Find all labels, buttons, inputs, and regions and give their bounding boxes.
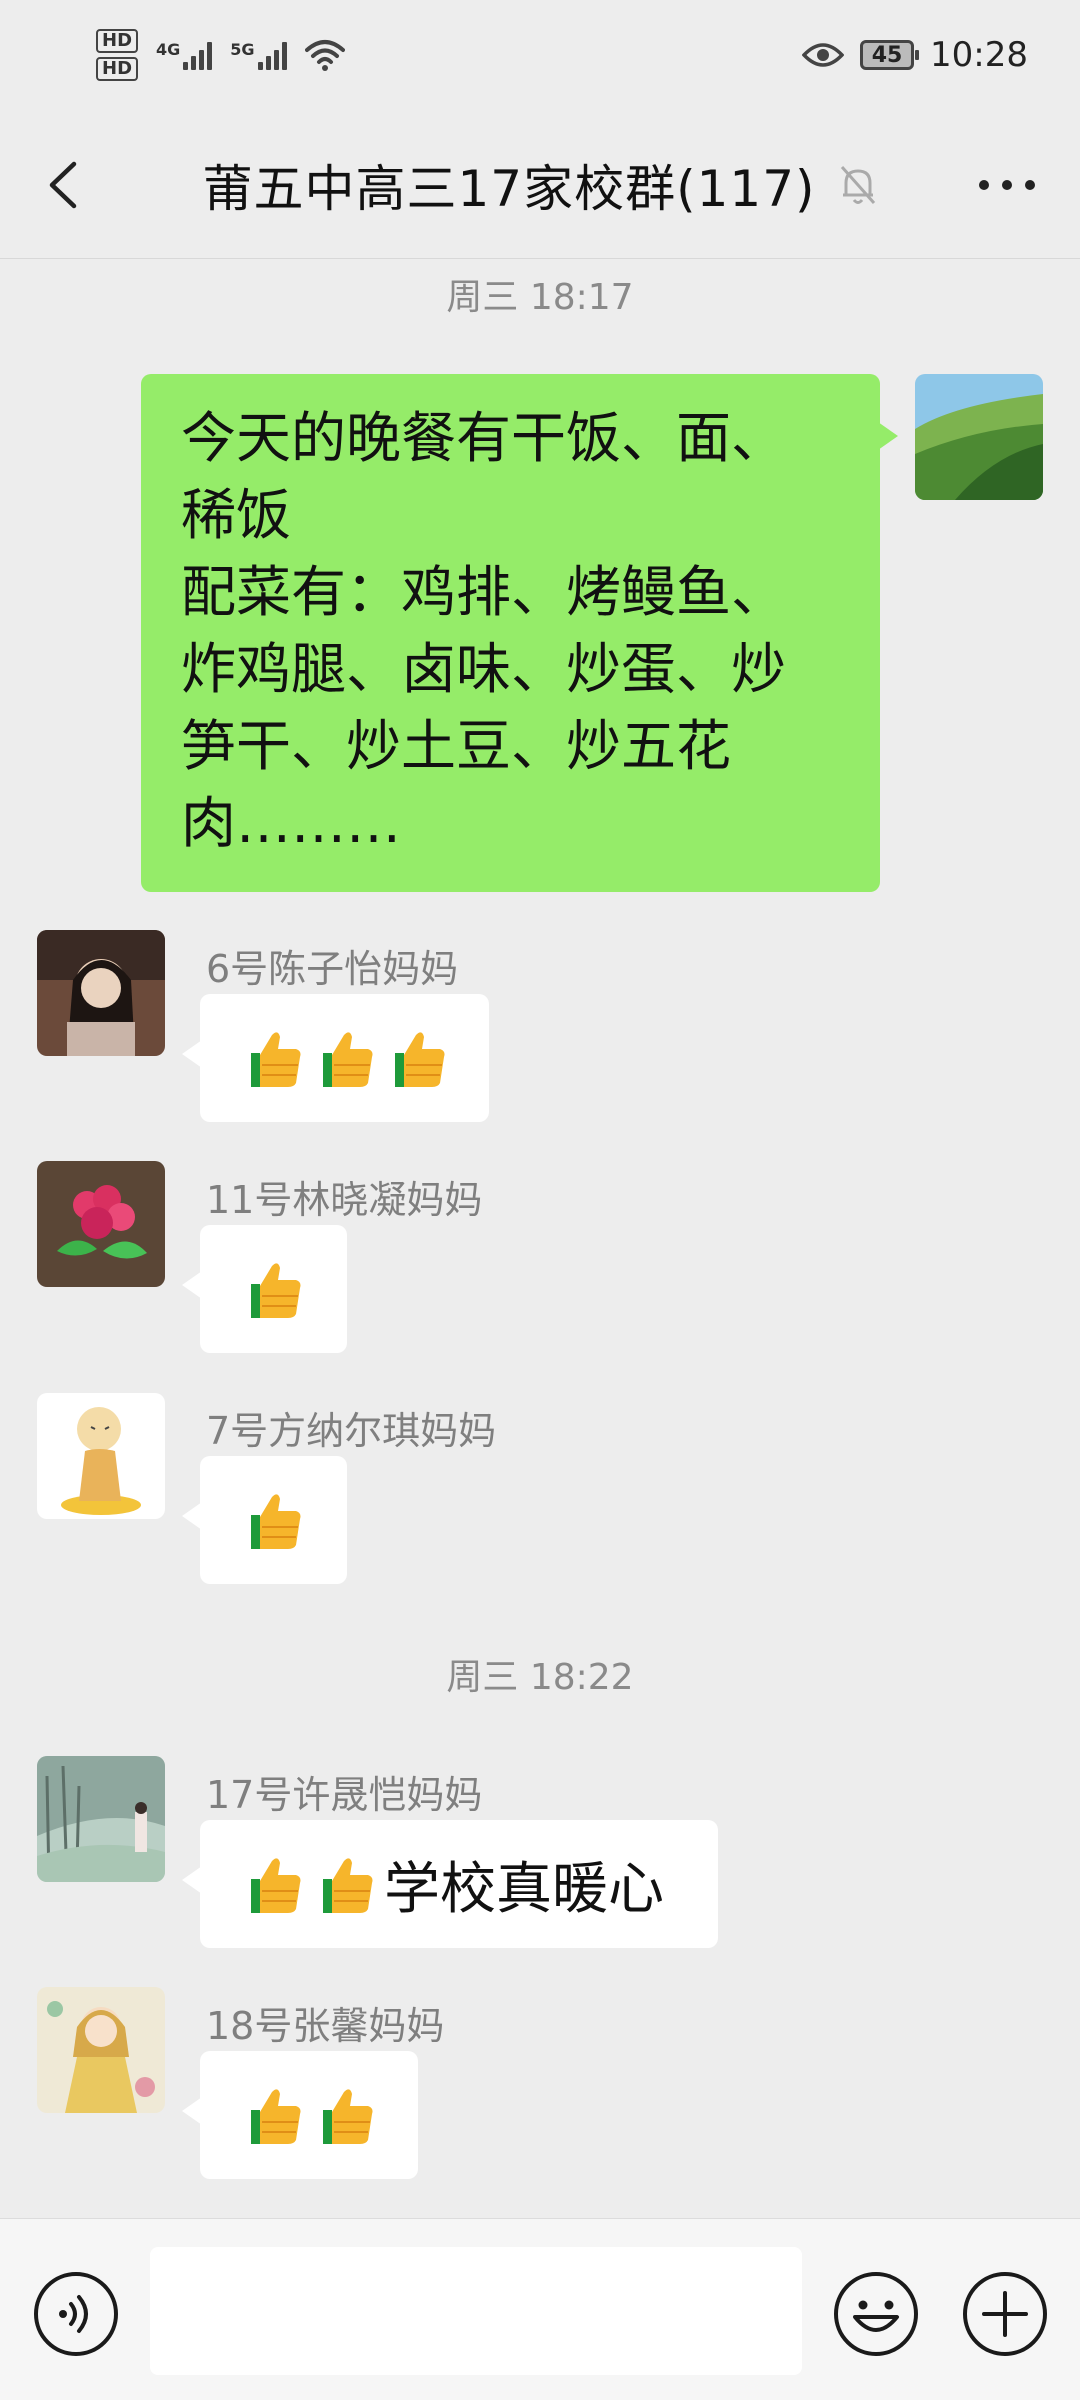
sender-name: 6号陈子怡妈妈 bbox=[206, 947, 459, 991]
thumbs-up-emoji-icon bbox=[388, 1032, 445, 1087]
input-bar bbox=[0, 2218, 1080, 2400]
avatar-7-fang[interactable] bbox=[37, 1393, 165, 1519]
thumbs-up-emoji-icon bbox=[316, 1032, 373, 1087]
hd-badge-1: HD bbox=[96, 29, 139, 53]
sender-name: 7号方纳尔琪妈妈 bbox=[206, 1409, 497, 1453]
eye-icon bbox=[802, 43, 845, 67]
thumbs-up-emoji-icon bbox=[244, 1494, 301, 1549]
header-divider bbox=[0, 258, 1080, 259]
avatar-17-xu[interactable] bbox=[37, 1756, 165, 1882]
incoming-message[interactable] bbox=[182, 1225, 347, 1353]
timestamp: 周三 18:17 bbox=[446, 277, 634, 318]
signal-bars-icon bbox=[257, 40, 287, 70]
sim1-signal: 4G bbox=[156, 40, 213, 70]
voice-input-icon[interactable] bbox=[33, 2271, 119, 2357]
status-bar: HD HD 4G 5G 45 10:28 bbox=[0, 0, 1080, 110]
incoming-message[interactable] bbox=[182, 1456, 347, 1584]
chat-header: 莆五中高三17家校群(117) bbox=[0, 120, 1080, 250]
sender-name: 11号林晓凝妈妈 bbox=[206, 1178, 483, 1222]
back-arrow-icon[interactable] bbox=[40, 160, 90, 210]
sim2-network-label: 5G bbox=[230, 40, 255, 59]
avatar-6-chen[interactable] bbox=[37, 930, 165, 1056]
clock: 10:28 bbox=[930, 35, 1028, 75]
status-left: HD HD 4G 5G bbox=[96, 29, 345, 81]
avatar-11-lin[interactable] bbox=[37, 1161, 165, 1287]
battery-icon: 45 bbox=[860, 40, 920, 70]
thumbs-up-emoji-icon bbox=[244, 1263, 301, 1318]
wifi-icon bbox=[304, 40, 345, 71]
avatar-18-zhang[interactable] bbox=[37, 1987, 165, 2113]
emoji-icon[interactable] bbox=[833, 2271, 919, 2357]
sim1-network-label: 4G bbox=[156, 40, 181, 59]
incoming-message[interactable] bbox=[182, 994, 489, 1122]
thumbs-up-emoji-icon bbox=[244, 1032, 301, 1087]
incoming-message[interactable] bbox=[182, 2051, 418, 2179]
plus-icon[interactable] bbox=[962, 2271, 1048, 2357]
message-text: 学校真暖心 bbox=[384, 1856, 664, 1922]
thumbs-up-emoji-icon bbox=[244, 2089, 301, 2144]
sim2-signal: 5G bbox=[230, 40, 287, 70]
timestamp: 周三 18:22 bbox=[446, 1657, 634, 1698]
outgoing-message[interactable]: 今天的晚餐有干饭、面、 稀饭 配菜有：鸡排、烤鳗鱼、 炸鸡腿、卤味、炒蛋、炒 笋… bbox=[141, 374, 898, 892]
message-input[interactable] bbox=[150, 2247, 802, 2375]
status-right: 45 10:28 bbox=[802, 35, 1028, 75]
mute-bell-icon bbox=[840, 166, 875, 204]
more-options-icon[interactable] bbox=[974, 165, 1040, 205]
thumbs-up-emoji-icon bbox=[244, 1858, 301, 1913]
hd-badge-2: HD bbox=[96, 57, 139, 81]
incoming-message[interactable]: 学校真暖心 bbox=[182, 1820, 718, 1948]
thumbs-up-emoji-icon bbox=[316, 2089, 373, 2144]
sender-name: 17号许晟恺妈妈 bbox=[206, 1773, 483, 1817]
chat-title: 莆五中高三17家校群(117) bbox=[202, 160, 816, 218]
sender-name: 18号张馨妈妈 bbox=[206, 2004, 445, 2048]
hd-indicators: HD HD bbox=[96, 29, 139, 81]
my-avatar[interactable] bbox=[915, 374, 1043, 500]
signal-bars-icon bbox=[183, 40, 213, 70]
thumbs-up-emoji-icon bbox=[316, 1858, 373, 1913]
